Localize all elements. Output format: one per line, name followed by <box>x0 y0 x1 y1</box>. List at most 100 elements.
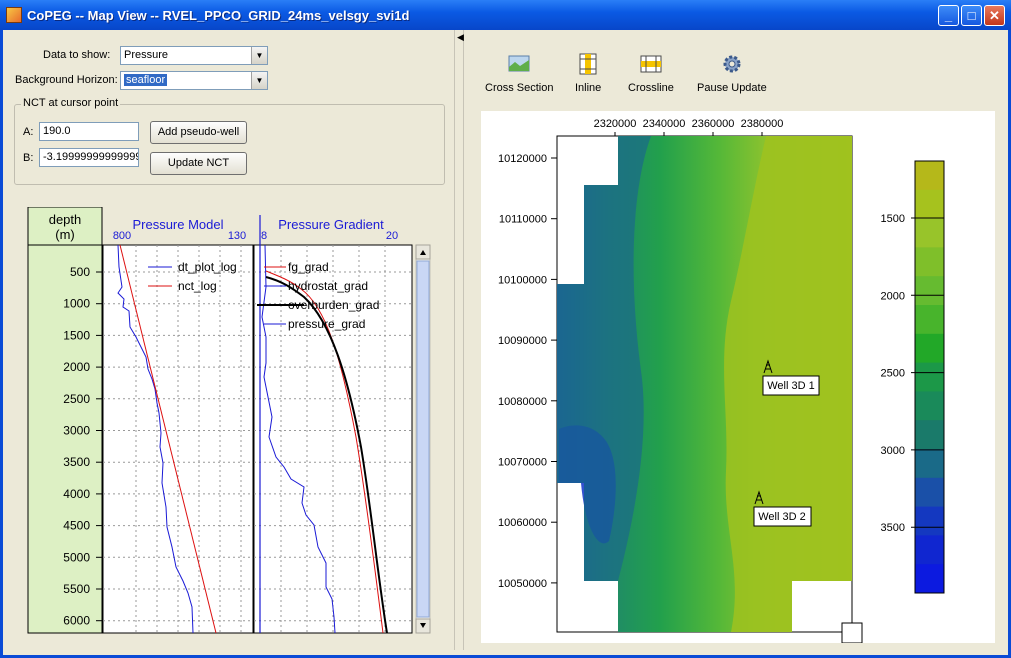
depth-tick-label: 1000 <box>63 297 90 311</box>
colorbar-swatch <box>915 506 944 536</box>
nct-group: NCT at cursor point A: 190.0 Add pseudo-… <box>14 97 445 185</box>
map-x-tick-label: 2380000 <box>741 118 784 130</box>
colorbar-swatch <box>915 391 944 421</box>
app-icon <box>6 7 22 23</box>
left-panel: Data to show: Pressure ▼ Background Hori… <box>6 33 454 648</box>
map-view[interactable]: 2320000 2340000 2360000 2380000 10120000 101… <box>481 111 995 644</box>
splitter-handle[interactable]: ◀ <box>454 30 464 650</box>
depth-tick-label: 1500 <box>63 328 90 342</box>
colorbar-swatch <box>915 449 944 479</box>
colorbar-swatch <box>915 333 944 364</box>
maximize-button[interactable]: □ <box>961 5 982 26</box>
update-nct-button[interactable]: Update NCT <box>150 152 247 175</box>
cross-section-tool[interactable]: Cross Section <box>485 53 553 94</box>
background-horizon-select[interactable]: seafloor ▼ <box>120 71 268 90</box>
colorbar-tick-label: 2500 <box>881 368 905 380</box>
nct-a-label: A: <box>23 126 34 138</box>
background-horizon-value: seafloor <box>124 74 168 86</box>
inline-tool[interactable]: Inline <box>575 53 601 94</box>
colorbar <box>914 160 945 594</box>
legend-fg-grad: fg_grad <box>288 260 329 274</box>
crossline-icon <box>640 55 662 73</box>
cross-section-label: Cross Section <box>485 82 554 94</box>
colorbar-swatch <box>915 564 944 594</box>
crossline-label: Crossline <box>628 82 674 94</box>
log-display: depth (m) 500 1000 1500 2000 2500 3000 3500 400… <box>26 206 438 635</box>
background-horizon-label: Background Horizon: <box>15 74 118 86</box>
depth-tick-label: 2000 <box>63 360 90 374</box>
map-x-axis: 2320000 2340000 2360000 2380000 <box>594 118 784 136</box>
nct-group-title: NCT at cursor point <box>21 97 121 109</box>
log-plot: depth (m) 500 1000 1500 2000 2500 3000 3500 400… <box>27 206 431 634</box>
map-y-tick-label: 10080000 <box>498 396 547 408</box>
legend-dt-plot-log: dt_plot_log <box>178 260 237 274</box>
inline-label: Inline <box>575 82 602 94</box>
cross-section-icon <box>508 55 530 72</box>
map-y-axis: 10120000 10110000 10100000 10090000 10080000… <box>498 153 557 590</box>
well-1-label: Well 3D 1 <box>767 380 814 392</box>
colorbar-swatch <box>915 477 944 508</box>
map-corner-box <box>841 622 863 644</box>
colorbar-swatch <box>915 535 944 565</box>
model-max-label: 130 <box>228 230 246 242</box>
depth-tick-label: 5000 <box>63 550 90 564</box>
gear-icon <box>723 55 741 73</box>
map-x-tick-label: 2320000 <box>594 118 637 130</box>
depth-column <box>27 206 103 634</box>
chevron-down-icon: ▼ <box>251 72 267 89</box>
colorbar-swatch <box>915 247 944 277</box>
title-bar: CoPEG -- Map View -- RVEL_PPCO_GRID_24ms… <box>0 0 1011 30</box>
gradient-min-label: 8 <box>261 230 267 242</box>
pause-update-label: Pause Update <box>697 82 767 94</box>
pause-update-tool[interactable]: Pause Update <box>697 53 767 94</box>
colorbar-tick-label: 3500 <box>881 522 905 534</box>
close-button[interactable]: ✕ <box>984 5 1005 26</box>
right-panel: Cross Section Inline Crossline Pause Upd… <box>465 33 1008 648</box>
map-y-tick-label: 10110000 <box>499 214 547 226</box>
depth-tick-label: 5500 <box>63 582 90 596</box>
depth-tick-label: 500 <box>70 265 90 279</box>
map-y-tick-label: 10120000 <box>498 153 547 165</box>
gradient-max-label: 20 <box>386 230 398 242</box>
colorbar-swatch <box>915 420 944 450</box>
colorbar-swatch <box>915 276 944 306</box>
scroll-thumb[interactable] <box>416 260 430 618</box>
legend-hydrostat-grad: hydrostat_grad <box>288 279 368 293</box>
inline-icon <box>579 53 597 75</box>
colorbar-tick-label: 1500 <box>881 213 905 225</box>
add-pseudo-well-button[interactable]: Add pseudo-well <box>150 121 247 144</box>
collapse-arrow-icon[interactable]: ◀ <box>457 32 464 43</box>
depth-tick-label: 4500 <box>63 519 90 533</box>
model-min-label: 800 <box>113 230 131 242</box>
map-x-tick-label: 2340000 <box>643 118 686 130</box>
depth-tick-label: 3000 <box>63 424 90 438</box>
gradient-title: Pressure Gradient <box>278 217 384 232</box>
depth-tick-label: 6000 <box>63 614 90 628</box>
window-title: CoPEG -- Map View -- RVEL_PPCO_GRID_24ms… <box>27 8 410 23</box>
map-y-tick-label: 10050000 <box>498 578 547 590</box>
colorbar-swatch <box>915 362 944 392</box>
nct-b-input[interactable]: -3.19999999999999 <box>39 148 139 167</box>
map-y-tick-label: 10060000 <box>498 517 547 529</box>
data-to-show-value: Pressure <box>124 49 169 61</box>
data-to-show-select[interactable]: Pressure ▼ <box>120 46 268 65</box>
colorbar-tick-label: 3000 <box>881 445 905 457</box>
depth-tick-label: 4000 <box>63 487 90 501</box>
depth-unit: (m) <box>55 227 75 242</box>
legend-pressure-grad: pressure_grad <box>288 317 365 331</box>
colorbar-swatch <box>915 161 944 191</box>
map-y-tick-label: 10090000 <box>498 335 547 347</box>
data-to-show-label: Data to show: <box>43 49 111 61</box>
main-window: CoPEG -- Map View -- RVEL_PPCO_GRID_24ms… <box>0 0 1011 658</box>
map-plot[interactable]: 2320000 2340000 2360000 2380000 10120000101… <box>481 111 995 644</box>
chevron-down-icon: ▼ <box>251 47 267 64</box>
depth-header: depth <box>49 212 82 227</box>
crossline-tool[interactable]: Crossline <box>628 53 674 94</box>
colorbar-swatch <box>915 218 944 248</box>
nct-a-input[interactable]: 190.0 <box>39 122 139 141</box>
map-y-tick-label: 10070000 <box>498 457 547 469</box>
colorbar-swatch <box>915 189 944 220</box>
minimize-button[interactable]: _ <box>938 5 959 26</box>
legend-overburden-grad: overburden_grad <box>288 298 379 312</box>
nct-b-label: B: <box>23 152 34 164</box>
